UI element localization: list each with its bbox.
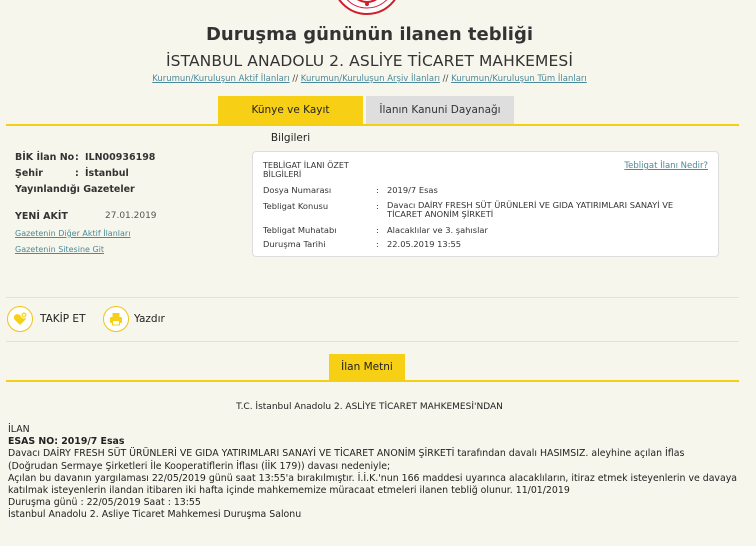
- summary-colon: :: [376, 239, 379, 249]
- tab-underline: [6, 380, 739, 382]
- bik-colon: :: [75, 152, 79, 163]
- document-line: İstanbul Anadolu 2. Asliye Ticaret Mahke…: [8, 509, 302, 521]
- newspapers-label: Yayınlandığı Gazeteler: [15, 184, 135, 195]
- city-value: İstanbul: [85, 168, 129, 179]
- court-name: İSTANBUL ANADOLU 2. ASLİYE TİCARET MAHKE…: [165, 52, 574, 70]
- print-button[interactable]: Yazdır: [103, 306, 165, 332]
- follow-button[interactable]: TAKİP ET: [7, 306, 85, 332]
- tab-kunye[interactable]: Künye ve Kayıt Bilgileri: [218, 96, 363, 144]
- city-label: Şehir: [15, 168, 43, 179]
- newspaper-other-ads-link[interactable]: Gazetenin Diğer Aktif İlanları: [15, 229, 130, 238]
- document-line: ESAS NO: 2019/7 Esas: [8, 436, 125, 448]
- summary-label: Duruşma Tarihi: [263, 239, 326, 249]
- summary-value: Alacaklılar ve 3. şahıslar: [387, 225, 488, 235]
- document-heading: T.C. İstanbul Anadolu 2. ASLİYE TİCARET …: [236, 402, 503, 412]
- tab-underline: [6, 124, 739, 126]
- summary-value: Davacı DAİRY FRESH SÜT ÜRÜNLERİ VE GIDA …: [387, 200, 674, 219]
- divider: [6, 297, 739, 298]
- follow-label: TAKİP ET: [40, 313, 86, 325]
- newspaper-site-link[interactable]: Gazetenin Sitesine Git: [15, 245, 104, 254]
- divider: [6, 341, 739, 342]
- newspaper-date: 27.01.2019: [105, 211, 157, 221]
- tab-dayanak[interactable]: İlanın Kanuni Dayanağı: [366, 96, 514, 124]
- summary-colon: :: [376, 185, 379, 195]
- document-line: katılmak isteyenlerin ilandan itibaren i…: [8, 485, 570, 497]
- info-tabs: Künye ve Kayıt Bilgileri İlanın Kanuni D…: [218, 96, 514, 144]
- link-separator: //: [292, 74, 299, 84]
- summary-value: 2019/7 Esas: [387, 185, 438, 195]
- document-body: İLAN ESAS NO: 2019/7 Esas Davacı DAİRY F…: [8, 424, 738, 522]
- summary-value: 22.05.2019 13:55: [387, 239, 462, 249]
- summary-card: TEBLİGAT İLANI ÖZET BİLGİLERİ Tebligat İ…: [252, 151, 719, 257]
- all-ads-link[interactable]: Kurumun/Kuruluşun Tüm İlanları: [451, 74, 587, 84]
- newspaper-name: YENİ AKİT: [15, 211, 68, 222]
- bik-label: BİK İlan No: [15, 152, 75, 163]
- summary-colon: :: [376, 201, 379, 211]
- city-colon: :: [75, 168, 79, 179]
- document-line: İLAN: [8, 424, 30, 435]
- summary-label: Dosya Numarası: [263, 185, 332, 195]
- tebligat-help-link[interactable]: Tebligat İlanı Nedir?: [624, 161, 708, 171]
- document-line: Davacı DAİRY FRESH SÜT ÜRÜNLERİ VE GIDA …: [8, 448, 685, 460]
- document-line: Duruşma günü : 22/05/2019 Saat : 13:55: [8, 497, 201, 509]
- summary-colon: :: [376, 225, 379, 235]
- logo: [333, 0, 401, 18]
- tab-ilan-metni[interactable]: İlan Metni: [329, 354, 405, 380]
- summary-title: TEBLİGAT İLANI ÖZET BİLGİLERİ: [263, 161, 349, 179]
- summary-label: Tebligat Muhatabı: [263, 225, 337, 235]
- document-line: (Doğrudan Sermaye Şirketleri İle Koopera…: [8, 460, 391, 472]
- scrollbar[interactable]: [739, 0, 756, 546]
- link-separator: //: [442, 74, 449, 84]
- follow-icon: [7, 306, 33, 332]
- institution-links: Kurumun/Kuruluşun Aktif İlanları // Kuru…: [0, 74, 739, 84]
- print-label: Yazdır: [134, 313, 165, 325]
- summary-label: Tebligat Konusu: [263, 201, 329, 211]
- bik-value: ILN00936198: [85, 152, 156, 163]
- page-title: Duruşma gününün ilanen tebliği: [205, 24, 534, 45]
- document-line: Açılan bu davanın yargılaması 22/05/2019…: [8, 472, 738, 484]
- active-ads-link[interactable]: Kurumun/Kuruluşun Aktif İlanları: [152, 74, 289, 84]
- archive-ads-link[interactable]: Kurumun/Kuruluşun Arşiv İlanları: [301, 74, 440, 84]
- printer-icon: [103, 306, 129, 332]
